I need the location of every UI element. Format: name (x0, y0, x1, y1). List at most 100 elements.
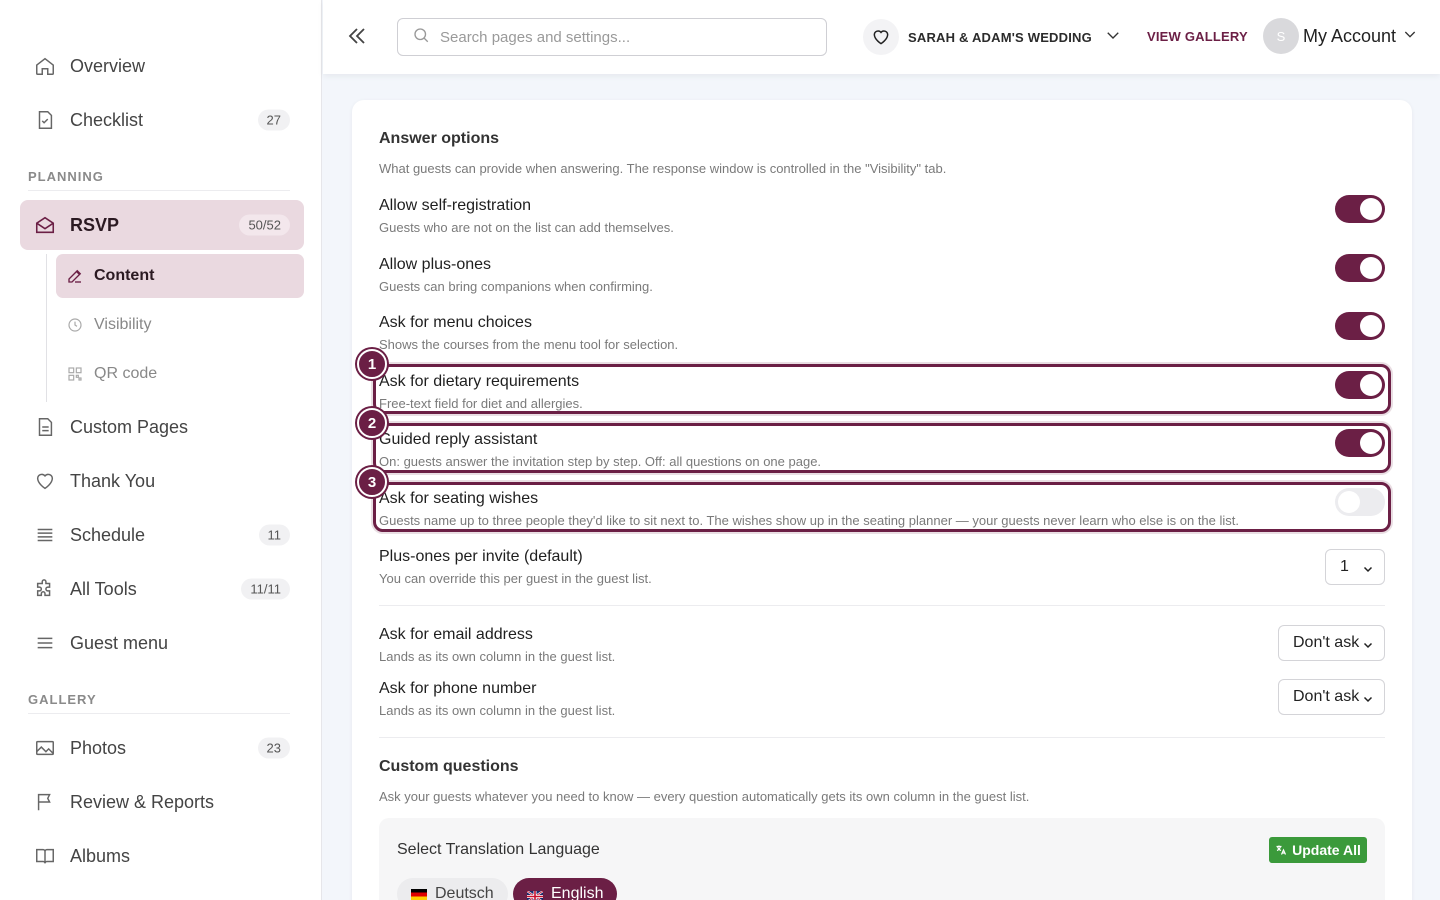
setting-description: Lands as its own column in the guest lis… (379, 649, 616, 664)
language-pill-english[interactable]: English (513, 878, 618, 900)
sidebar: Overview Checklist 27 PLANNING RSVP 50/5… (0, 0, 322, 900)
account-label: My Account (1303, 25, 1397, 46)
email-select[interactable]: Don't ask (1278, 625, 1385, 661)
setting-description: Guests who are not on the list can add t… (379, 220, 674, 235)
clock-icon (66, 316, 84, 334)
setting-title: Allow plus-ones (379, 256, 492, 273)
select-value: Don't ask (1293, 688, 1360, 705)
toggle-menu-choices[interactable] (1335, 312, 1385, 340)
custom-questions-title: Custom questions (379, 758, 519, 775)
wedding-name: SARAH & ADAM'S WEDDING (908, 29, 1092, 45)
qr-code-icon (66, 365, 84, 383)
section-title-planning: PLANNING (28, 169, 104, 184)
wedding-selector[interactable]: SARAH & ADAM'S WEDDING (863, 19, 1122, 55)
highlight-number: 2 (357, 408, 387, 438)
highlight-number: 3 (357, 467, 387, 497)
chevron-down-icon (1362, 638, 1374, 656)
sidebar-item-custom-pages[interactable]: Custom Pages (20, 402, 304, 452)
search-icon (412, 26, 430, 49)
count-badge: 50/52 (239, 214, 290, 236)
sidebar-item-photos[interactable]: Photos 23 (20, 723, 304, 773)
setting-title: Guided reply assistant (379, 431, 538, 448)
schedule-icon (34, 524, 56, 546)
sidebar-subitem-label: QR code (94, 365, 158, 382)
sidebar-item-label: Photos (70, 737, 127, 758)
setting-title: Ask for seating wishes (379, 490, 539, 507)
collapse-sidebar-button[interactable] (345, 24, 369, 48)
document-icon (34, 416, 56, 438)
setting-title: Ask for email address (379, 626, 533, 643)
highlight-number: 1 (357, 349, 387, 379)
setting-description: Shows the courses from the menu tool for… (379, 337, 679, 352)
sidebar-item-albums[interactable]: Albums (20, 831, 304, 881)
menu-lines-icon (34, 632, 56, 654)
flag-icon (34, 791, 56, 813)
view-gallery-link[interactable]: VIEW GALLERY (1147, 29, 1248, 44)
avatar: S (1263, 18, 1299, 54)
custom-questions-description: Ask your guests whatever you need to kno… (379, 789, 1030, 804)
home-icon (34, 55, 56, 77)
double-chevron-left-icon (348, 28, 365, 44)
sidebar-item-label: Checklist (70, 109, 144, 130)
search-input[interactable] (440, 28, 820, 46)
envelope-icon (34, 214, 56, 236)
setting-title: Ask for dietary requirements (379, 373, 580, 390)
count-badge: 27 (257, 109, 290, 131)
sidebar-item-all-tools[interactable]: All Tools 11/11 (20, 564, 304, 614)
sidebar-item-label: Review & Reports (70, 791, 215, 812)
sidebar-item-label: RSVP (70, 214, 120, 235)
sidebar-item-checklist[interactable]: Checklist 27 (20, 95, 304, 145)
phone-select[interactable]: Don't ask (1278, 679, 1385, 715)
count-badge: 11/11 (241, 578, 290, 600)
sidebar-item-label: Custom Pages (70, 416, 189, 437)
sidebar-subitem-visibility[interactable]: Visibility (56, 303, 304, 347)
section-divider (28, 713, 290, 714)
toggle-guided-reply-assistant[interactable] (1335, 429, 1385, 457)
sidebar-item-rsvp[interactable]: RSVP 50/52 (20, 200, 304, 250)
answer-options-description: What guests can provide when answering. … (379, 161, 947, 176)
toggle-dietary-requirements[interactable] (1335, 371, 1385, 399)
sidebar-subitem-label: Content (94, 267, 155, 284)
toggle-knob (1360, 198, 1382, 220)
heart-icon (34, 470, 56, 492)
heart-icon (863, 19, 899, 55)
toggle-knob (1360, 257, 1382, 279)
toggle-knob (1360, 374, 1382, 396)
sidebar-item-schedule[interactable]: Schedule 11 (20, 510, 304, 560)
account-menu[interactable]: S My Account (1263, 18, 1418, 54)
plus-ones-select[interactable]: 1 (1325, 549, 1385, 585)
chevron-down-icon (1104, 26, 1122, 49)
language-label: Deutsch (435, 885, 494, 900)
sidebar-subitem-content[interactable]: Content (56, 254, 304, 298)
toggle-knob (1338, 491, 1360, 513)
top-header: SARAH & ADAM'S WEDDING VIEW GALLERY S My… (323, 0, 1440, 74)
sidebar-item-label: Thank You (70, 470, 156, 491)
update-all-button[interactable]: Update All (1269, 837, 1367, 863)
image-icon (34, 737, 56, 759)
select-value: Don't ask (1293, 634, 1360, 651)
language-pill-deutsch[interactable]: Deutsch (397, 878, 508, 900)
sidebar-item-label: Overview (70, 55, 146, 76)
setting-title: Ask for menu choices (379, 314, 532, 331)
search-field[interactable] (397, 18, 827, 56)
sidebar-item-thank-you[interactable]: Thank You (20, 456, 304, 506)
toggle-self-registration[interactable] (1335, 195, 1385, 223)
toggle-knob (1360, 315, 1382, 337)
toggle-plus-ones[interactable] (1335, 254, 1385, 282)
sidebar-item-review-reports[interactable]: Review & Reports (20, 777, 304, 827)
sidebar-item-label: Albums (70, 845, 131, 866)
chevron-down-icon (1362, 562, 1374, 580)
toggle-seating-wishes[interactable] (1335, 488, 1385, 516)
language-label: English (551, 885, 604, 900)
update-all-label: Update All (1292, 842, 1361, 858)
sidebar-item-guest-menu[interactable]: Guest menu (20, 618, 304, 668)
sidebar-subitem-qr-code[interactable]: QR code (56, 352, 304, 396)
section-title-gallery: GALLERY (28, 692, 97, 707)
select-value: 1 (1340, 558, 1349, 575)
sidebar-item-label: All Tools (70, 578, 137, 599)
setting-description: Guests name up to three people they'd li… (379, 513, 1240, 528)
edit-icon (66, 267, 84, 285)
setting-description: Free-text field for diet and allergies. (379, 396, 583, 411)
sidebar-item-overview[interactable]: Overview (20, 41, 304, 91)
count-badge: 23 (257, 737, 290, 759)
